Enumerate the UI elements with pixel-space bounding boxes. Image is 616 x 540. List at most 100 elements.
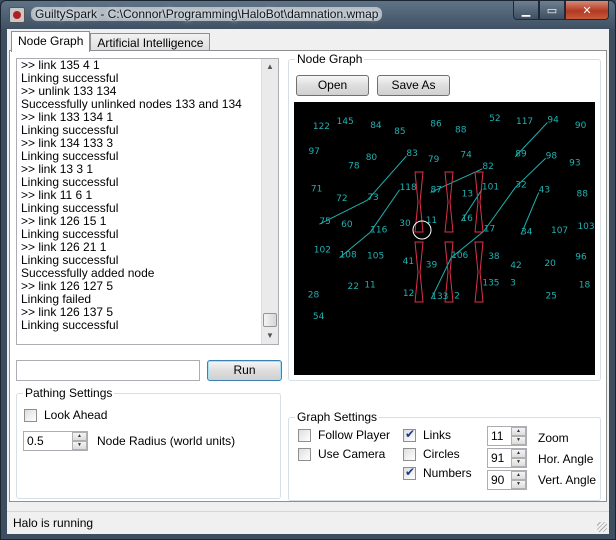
graph-node-label[interactable]: 98 bbox=[546, 151, 558, 161]
graph-node-label[interactable]: 86 bbox=[430, 120, 442, 130]
node-radius-spinner[interactable]: 0.5 ▲ ▼ bbox=[23, 431, 88, 451]
use-camera-checkbox[interactable] bbox=[298, 448, 311, 461]
graph-node-label[interactable]: 82 bbox=[482, 162, 493, 172]
graph-node-label[interactable]: 74 bbox=[460, 150, 472, 160]
graph-node-label[interactable]: 103 bbox=[577, 222, 594, 232]
use-camera-label: Use Camera bbox=[318, 447, 386, 461]
graph-node-label[interactable]: 28 bbox=[308, 291, 320, 301]
title-bar[interactable]: GuiltySpark - C:\Connor\Programming\Halo… bbox=[1, 1, 615, 29]
graph-node-label[interactable]: 89 bbox=[515, 150, 527, 160]
graph-node-label[interactable]: 145 bbox=[337, 117, 354, 127]
close-button[interactable]: ✕ bbox=[565, 1, 609, 20]
graph-node-label[interactable]: 16 bbox=[461, 214, 473, 224]
circles-checkbox[interactable] bbox=[403, 448, 416, 461]
links-checkbox[interactable] bbox=[403, 427, 416, 442]
graph-node-label[interactable]: 133 bbox=[431, 292, 448, 302]
vert-angle-spinner[interactable]: 90 ▲ ▼ bbox=[487, 470, 527, 490]
app-icon[interactable] bbox=[9, 7, 25, 23]
graph-node-label[interactable]: 108 bbox=[340, 251, 357, 261]
graph-red-link bbox=[474, 241, 484, 303]
graph-node-label[interactable]: 20 bbox=[544, 259, 556, 269]
graph-node-label[interactable]: 34 bbox=[521, 227, 533, 237]
look-ahead-checkbox[interactable] bbox=[24, 409, 37, 422]
graph-node-label[interactable]: 38 bbox=[488, 252, 500, 262]
spin-down-arrow-icon[interactable]: ▼ bbox=[511, 458, 526, 467]
console-output[interactable]: >> link 135 4 1 Linking successful >> unli… bbox=[16, 58, 279, 345]
graph-node-label[interactable]: 30 bbox=[399, 219, 411, 229]
follow-player-checkbox[interactable] bbox=[298, 429, 311, 442]
graph-node-label[interactable]: 88 bbox=[577, 189, 589, 199]
spin-up-arrow-icon[interactable]: ▲ bbox=[511, 449, 526, 458]
graph-node-label[interactable]: 41 bbox=[403, 257, 414, 267]
graph-node-label[interactable]: 72 bbox=[336, 194, 347, 204]
spin-up-arrow-icon[interactable]: ▲ bbox=[72, 432, 87, 441]
graph-node-label[interactable]: 17 bbox=[484, 224, 495, 234]
graph-node-label[interactable]: 101 bbox=[482, 183, 499, 193]
graph-node-label[interactable]: 88 bbox=[455, 126, 467, 136]
graph-node-label[interactable]: 116 bbox=[370, 225, 387, 235]
graph-node-label[interactable]: 13 bbox=[462, 189, 473, 199]
graph-node-label[interactable]: 42 bbox=[510, 261, 521, 271]
graph-node-label[interactable]: 2 bbox=[454, 291, 460, 301]
window-title: GuiltySpark - C:\Connor\Programming\Halo… bbox=[31, 7, 383, 21]
graph-node-label[interactable]: 3 bbox=[510, 278, 516, 288]
scroll-up-arrow-icon[interactable]: ▲ bbox=[262, 59, 278, 75]
spin-down-arrow-icon[interactable]: ▼ bbox=[511, 436, 526, 445]
graph-node-label[interactable]: 11 bbox=[426, 216, 437, 226]
hor-angle-spinner[interactable]: 91 ▲ ▼ bbox=[487, 448, 527, 468]
graph-node-label[interactable]: 93 bbox=[569, 158, 580, 168]
graph-node-label[interactable]: 102 bbox=[314, 245, 331, 255]
numbers-checkbox[interactable] bbox=[403, 465, 416, 480]
node-graph-canvas[interactable]: 122 145 84 85 86 88 52 117 94 90 97 78 80 83 79 74 82 89 9… bbox=[294, 102, 595, 375]
graph-node-label[interactable]: 84 bbox=[370, 121, 382, 131]
graph-node-label[interactable]: 54 bbox=[313, 312, 325, 322]
graph-node-label[interactable]: 90 bbox=[575, 121, 587, 131]
run-button[interactable]: Run bbox=[207, 360, 282, 381]
graph-node-label[interactable]: 43 bbox=[539, 186, 550, 196]
graph-node-label[interactable]: 122 bbox=[313, 122, 330, 132]
window-title-text: GuiltySpark - C:\Connor\Programming\Halo… bbox=[31, 7, 383, 21]
graph-node-label[interactable]: 32 bbox=[515, 180, 526, 190]
graph-node-label[interactable]: 71 bbox=[311, 185, 322, 195]
graph-node-label[interactable]: 12 bbox=[403, 289, 414, 299]
maximize-button[interactable]: ▭ bbox=[539, 1, 565, 20]
spin-up-arrow-icon[interactable]: ▲ bbox=[511, 471, 526, 480]
graph-node-label[interactable]: 11 bbox=[364, 280, 375, 290]
console-scrollbar[interactable]: ▲ ▼ bbox=[261, 59, 278, 344]
scroll-down-arrow-icon[interactable]: ▼ bbox=[262, 328, 278, 344]
graph-node-label[interactable]: 25 bbox=[546, 291, 557, 301]
command-input[interactable] bbox=[16, 360, 200, 381]
graph-node-label[interactable]: 94 bbox=[547, 116, 559, 126]
graph-node-label[interactable]: 75 bbox=[319, 217, 330, 227]
graph-node-label[interactable]: 135 bbox=[482, 279, 499, 289]
tab-node-graph[interactable]: Node Graph bbox=[11, 31, 91, 52]
graph-node-label[interactable]: 83 bbox=[406, 149, 417, 159]
spin-down-arrow-icon[interactable]: ▼ bbox=[511, 480, 526, 489]
graph-node-label[interactable]: 118 bbox=[400, 183, 417, 193]
graph-node-label[interactable]: 79 bbox=[428, 155, 440, 165]
graph-node-label[interactable]: 80 bbox=[366, 153, 378, 163]
minimize-button[interactable]: ▁ bbox=[513, 1, 539, 20]
spin-down-arrow-icon[interactable]: ▼ bbox=[72, 441, 87, 450]
open-button[interactable]: Open bbox=[296, 75, 369, 96]
graph-node-label[interactable]: 105 bbox=[367, 251, 384, 261]
graph-node-label[interactable]: 52 bbox=[489, 114, 500, 124]
graph-node-label[interactable]: 39 bbox=[426, 260, 438, 270]
scroll-thumb[interactable] bbox=[263, 313, 277, 327]
save-as-button[interactable]: Save As bbox=[377, 75, 450, 96]
graph-node-label[interactable]: 97 bbox=[308, 147, 319, 157]
zoom-spinner[interactable]: 11 ▲ ▼ bbox=[487, 426, 527, 446]
graph-node-label[interactable]: 107 bbox=[551, 226, 568, 236]
graph-node-label[interactable]: 73 bbox=[367, 193, 378, 203]
graph-node-label[interactable]: 85 bbox=[394, 127, 405, 137]
spin-up-arrow-icon[interactable]: ▲ bbox=[511, 427, 526, 436]
graph-node-label[interactable]: 106 bbox=[451, 251, 468, 261]
graph-node-label[interactable]: 22 bbox=[348, 282, 359, 292]
graph-node-label[interactable]: 117 bbox=[516, 117, 533, 127]
resize-grip-icon[interactable] bbox=[597, 522, 607, 532]
graph-node-label[interactable]: 60 bbox=[341, 220, 353, 230]
graph-node-label[interactable]: 96 bbox=[575, 253, 587, 263]
graph-node-label[interactable]: 87 bbox=[430, 185, 441, 195]
graph-node-label[interactable]: 78 bbox=[348, 162, 360, 172]
graph-node-label[interactable]: 18 bbox=[579, 280, 591, 290]
